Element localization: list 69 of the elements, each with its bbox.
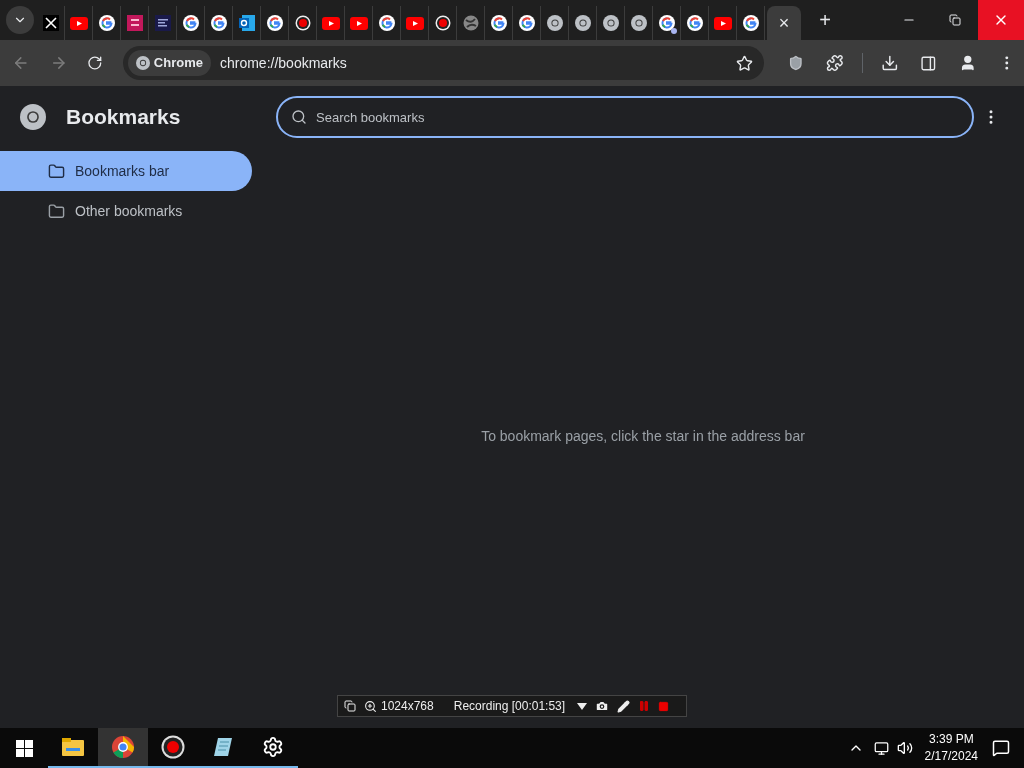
play-icon [405,16,424,30]
network-icon[interactable] [873,740,889,756]
page-title: Bookmarks [66,104,181,131]
reload-icon[interactable] [87,55,103,71]
chrome-icon [602,15,619,31]
resolution-text: 1024x768 [381,698,434,715]
mail-icon [238,15,255,31]
app-icon [154,15,171,31]
clock-date[interactable]: 2/17/2024 [924,748,978,765]
dropdown-icon[interactable] [577,702,588,710]
zoom-icon[interactable] [364,699,377,713]
chrome-icon [135,56,150,70]
google-icon [266,15,283,31]
record-icon [294,15,311,31]
google-icon [378,15,395,31]
x-logo-icon [42,15,59,31]
chrome-icon [112,736,134,758]
chrome-icon [574,15,591,31]
folder-icon [48,162,65,180]
shield-icon[interactable] [788,55,804,71]
chrome-icon [546,15,563,31]
google-icon [490,15,507,31]
restore-icon[interactable] [949,14,961,26]
side-panel-icon[interactable] [920,54,937,72]
active-tab[interactable]: × [767,6,801,40]
extensions-icon[interactable] [826,54,844,72]
window-icon[interactable] [344,700,356,712]
gear-icon [262,736,284,758]
google-icon [518,15,535,31]
pause-icon[interactable] [638,700,651,712]
windows-icon [15,739,33,757]
taskbar-app[interactable] [98,728,148,768]
chrome-icon [630,15,647,31]
search-icon [291,109,307,125]
search-field[interactable]: Search bookmarks [276,96,974,138]
empty-message: To bookmark pages, click the star in the address bar [481,427,805,446]
chrome-logo-icon [20,104,46,130]
google-icon [742,15,759,31]
camera-icon[interactable] [595,699,610,713]
notepad-icon [212,736,234,758]
app-icon [126,15,143,31]
address-bar[interactable]: Chrome chrome://bookmarks [122,46,765,80]
download-icon[interactable] [880,54,899,72]
sidebar-item[interactable]: Other bookmarks [0,191,252,231]
sidebar-item[interactable]: Bookmarks bar [0,151,252,191]
folder-icon [62,738,84,756]
folder-icon [48,202,65,220]
pencil-icon[interactable] [617,699,631,713]
close-tab-icon[interactable]: × [778,14,790,32]
new-tab-button[interactable]: + [811,6,839,34]
volume-icon[interactable] [896,740,913,756]
globe-icon [462,15,479,31]
google-icon [182,15,199,31]
google-icon [686,15,703,31]
bookmark-star-icon[interactable] [736,54,754,72]
play-icon [713,16,732,30]
clock-time[interactable]: 3:39 PM [928,731,974,748]
google-icon [210,15,227,31]
google-icon [658,15,675,31]
record-icon [161,735,185,759]
google-icon [98,15,115,31]
play-icon [69,16,88,30]
play-icon [321,16,340,30]
record-icon [434,15,451,31]
stop-icon[interactable] [658,700,670,712]
url-text: chrome://bookmarks [219,53,348,73]
recording-status: Recording [00:01:53] [453,698,566,715]
play-icon [349,16,368,30]
notifications-icon[interactable] [992,739,1010,757]
